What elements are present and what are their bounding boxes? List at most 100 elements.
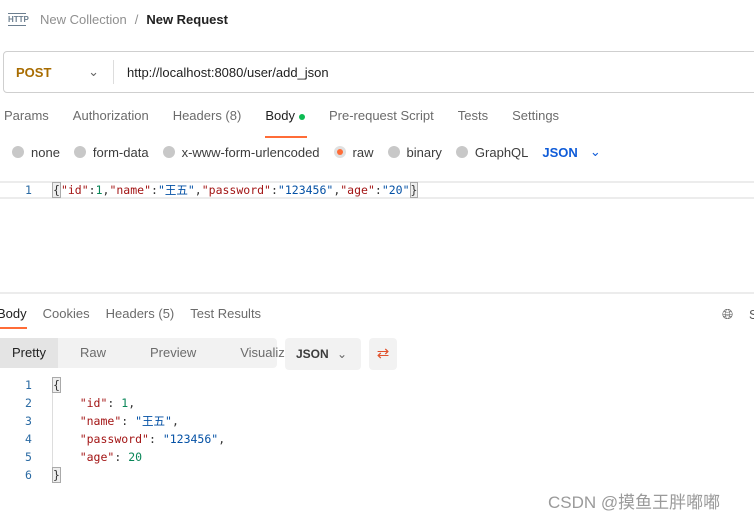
- response-tab-test-results[interactable]: Test Results: [190, 306, 261, 321]
- tab-label: Settings: [512, 108, 560, 123]
- status-dot: [298, 113, 305, 120]
- line-number: 3: [25, 414, 32, 428]
- response-format-select[interactable]: JSON ⌄: [285, 338, 361, 370]
- code-token: :: [88, 183, 96, 197]
- radio-none[interactable]: none: [12, 145, 60, 160]
- breadcrumb-separator: /: [134, 12, 139, 27]
- radio-binary[interactable]: binary: [387, 144, 442, 160]
- view-mode-raw[interactable]: Raw: [58, 338, 128, 368]
- tab-label: Authorization: [72, 108, 149, 123]
- tab-authorization[interactable]: Authorization: [73, 108, 149, 132]
- chevron-down-icon: ⌄: [88, 64, 99, 79]
- response-tab-headers-[interactable]: Headers (5): [106, 306, 175, 321]
- radio-label: x-www-form-urlencoded: [181, 144, 320, 160]
- code-token: "123456": [277, 183, 334, 197]
- code-content: "name": "王五",: [79, 414, 179, 428]
- radio-form-data[interactable]: form-data: [73, 144, 149, 160]
- code-token: "id": [60, 183, 89, 197]
- code-token: :: [151, 183, 158, 197]
- code-token: ,: [194, 183, 202, 197]
- line-number: 4: [25, 432, 32, 446]
- code-token: 1: [95, 183, 103, 197]
- tab-label: Pre-request Script: [328, 108, 434, 123]
- radio-circle: [12, 146, 24, 158]
- wrap-lines-icon[interactable]: ⇄: [369, 338, 397, 370]
- code-content: "password": "123456",: [79, 432, 226, 446]
- radio-label: GraphQL: [474, 144, 529, 160]
- punctuation: ,: [171, 414, 179, 428]
- url-bar: POST ⌄ http://localhost:8080/user/add_jso…: [3, 51, 754, 93]
- http-icon: HTTP: [8, 13, 29, 26]
- json-value: "123456": [162, 432, 219, 446]
- response-tabs: Body Cookies Headers (5) Test Results: [0, 306, 277, 329]
- tab-params[interactable]: Params: [4, 108, 49, 132]
- radio-label: binary: [406, 144, 442, 160]
- code-token: "password": [201, 183, 271, 197]
- request-body-editor[interactable]: 1 {"id":1,"name":"王五","password":"123456…: [0, 181, 754, 199]
- line-number: 1: [25, 183, 32, 197]
- radio-circle: [333, 146, 346, 158]
- method-select[interactable]: POST ⌄: [4, 60, 114, 84]
- body-format-select[interactable]: JSON ⌄: [542, 144, 600, 160]
- response-status-partial: S: [749, 307, 754, 322]
- view-mode-tabs: Pretty Raw Preview Visualize: [0, 338, 292, 368]
- punctuation: ,: [218, 432, 226, 446]
- code-token: "name": [109, 183, 151, 197]
- bracket: {: [52, 377, 61, 393]
- radio-label: none: [31, 144, 60, 160]
- code-token: {: [52, 182, 61, 198]
- chevron-down-icon: ⌄: [336, 347, 347, 361]
- line-number: 5: [25, 450, 32, 464]
- line-number: 1: [25, 378, 32, 392]
- radio-raw[interactable]: raw: [333, 144, 374, 160]
- code-content: "age": 20: [79, 450, 143, 464]
- tab-headers-[interactable]: Headers (8): [173, 108, 242, 132]
- tab-label: Params: [4, 108, 49, 123]
- json-key: "password": [79, 432, 149, 446]
- bracket: }: [52, 467, 61, 483]
- radio-label: form-data: [92, 144, 149, 160]
- breadcrumb-collection[interactable]: New Collection: [40, 12, 127, 27]
- tab-label: Tests: [457, 108, 489, 123]
- json-value: 20: [128, 450, 143, 464]
- json-key: "name": [79, 414, 122, 428]
- chevron-down-icon: ⌄: [589, 144, 601, 159]
- breadcrumb: HTTP New Collection / New Request: [8, 12, 228, 27]
- format-label: JSON: [542, 144, 578, 160]
- view-mode-pretty[interactable]: Pretty: [0, 338, 58, 368]
- code-token: }: [409, 182, 419, 198]
- radio-GraphQL[interactable]: GraphQL: [455, 144, 529, 160]
- tab-tests[interactable]: Tests: [458, 108, 488, 132]
- code-token: "王五": [157, 183, 195, 197]
- radio-label: raw: [352, 144, 374, 160]
- format-label: JSON: [296, 347, 329, 361]
- pane-divider[interactable]: [0, 292, 754, 298]
- code-token: "age": [340, 183, 375, 197]
- line-number: 6: [25, 468, 32, 482]
- url-input[interactable]: http://localhost:8080/user/add_json: [114, 65, 329, 80]
- code-token: "20": [381, 183, 410, 197]
- response-tab-cookies[interactable]: Cookies: [43, 306, 90, 321]
- tab-label: Body: [265, 108, 295, 123]
- view-mode-preview[interactable]: Preview: [128, 338, 218, 368]
- code-content: {: [52, 376, 61, 394]
- tab-pre-request-script[interactable]: Pre-request Script: [329, 108, 434, 132]
- body-type-options: none form-data x-www-form-urlencoded raw bin…: [12, 144, 601, 160]
- radio-circle: [73, 146, 86, 158]
- code-content: }: [52, 466, 61, 484]
- radio-x-www-form-urlencoded[interactable]: x-www-form-urlencoded: [162, 144, 320, 160]
- method-label: POST: [16, 64, 52, 80]
- code-token: :: [374, 183, 382, 197]
- response-tab-body[interactable]: Body: [0, 306, 27, 329]
- watermark: CSDN @摸鱼王胖嘟嘟: [548, 493, 721, 512]
- breadcrumb-request[interactable]: New Request: [146, 12, 228, 27]
- json-key: "age": [79, 450, 115, 464]
- tab-body[interactable]: Body: [265, 108, 307, 138]
- tab-settings[interactable]: Settings: [512, 108, 559, 132]
- punctuation: ,: [128, 396, 136, 410]
- request-tabs: Params Authorization Headers (8) Body Pre-re…: [4, 108, 583, 138]
- radio-circle: [162, 146, 175, 158]
- globe-icon[interactable]: 🌐︎: [722, 306, 733, 323]
- radio-circle: [387, 146, 400, 158]
- json-value: "王五": [135, 414, 172, 428]
